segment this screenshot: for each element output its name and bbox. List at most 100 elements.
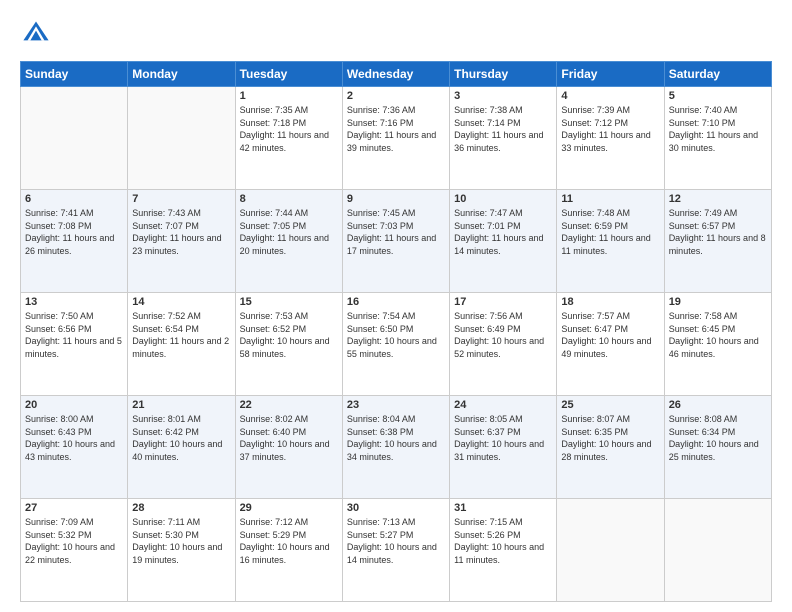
day-number: 29 (240, 502, 338, 514)
calendar-cell: 19 Sunrise: 7:58 AM Sunset: 6:45 PM Dayli… (664, 293, 771, 396)
day-number: 5 (669, 90, 767, 102)
day-info: Sunrise: 7:09 AM Sunset: 5:32 PM Dayligh… (25, 516, 123, 566)
day-number: 9 (347, 193, 445, 205)
day-number: 31 (454, 502, 552, 514)
day-info: Sunrise: 7:39 AM Sunset: 7:12 PM Dayligh… (561, 104, 659, 154)
calendar-cell: 5Sunrise: 7:40 AM Sunset: 7:10 PM Daylig… (664, 87, 771, 190)
day-number: 27 (25, 502, 123, 514)
day-info: Sunrise: 7:41 AM Sunset: 7:08 PM Dayligh… (25, 207, 123, 257)
day-info: Sunrise: 7:56 AM Sunset: 6:49 PM Dayligh… (454, 310, 552, 360)
col-header-wednesday: Wednesday (342, 62, 449, 87)
calendar-cell: 20 Sunrise: 8:00 AM Sunset: 6:43 PM Dayli… (21, 396, 128, 499)
calendar-cell: 16 Sunrise: 7:54 AM Sunset: 6:50 PM Dayli… (342, 293, 449, 396)
day-info: Sunrise: 7:44 AM Sunset: 7:05 PM Dayligh… (240, 207, 338, 257)
col-header-friday: Friday (557, 62, 664, 87)
day-number: 25 (561, 399, 659, 411)
logo-icon (22, 18, 50, 46)
calendar-cell: 1 Sunrise: 7:35 AM Sunset: 7:18 PM Daylig… (235, 87, 342, 190)
calendar-cell: 9 Sunrise: 7:45 AM Sunset: 7:03 PM Daylig… (342, 190, 449, 293)
day-info: Sunrise: 7:49 AM Sunset: 6:57 PM Dayligh… (669, 207, 767, 257)
day-number: 2 (347, 90, 445, 102)
day-number: 30 (347, 502, 445, 514)
calendar-cell: 18 Sunrise: 7:57 AM Sunset: 6:47 PM Dayli… (557, 293, 664, 396)
day-number: 1 (240, 90, 338, 102)
day-info: Sunrise: 8:08 AM Sunset: 6:34 PM Dayligh… (669, 413, 767, 463)
day-number: 11 (561, 193, 659, 205)
calendar-cell: 26Sunrise: 8:08 AM Sunset: 6:34 PM Dayli… (664, 396, 771, 499)
day-info: Sunrise: 8:07 AM Sunset: 6:35 PM Dayligh… (561, 413, 659, 463)
day-info: Sunrise: 8:04 AM Sunset: 6:38 PM Dayligh… (347, 413, 445, 463)
day-number: 20 (25, 399, 123, 411)
day-info: Sunrise: 7:38 AM Sunset: 7:14 PM Dayligh… (454, 104, 552, 154)
calendar-cell: 27 Sunrise: 7:09 AM Sunset: 5:32 PM Dayli… (21, 499, 128, 602)
day-info: Sunrise: 7:52 AM Sunset: 6:54 PM Dayligh… (132, 310, 230, 360)
day-info: Sunrise: 8:00 AM Sunset: 6:43 PM Dayligh… (25, 413, 123, 463)
calendar-cell: 8 Sunrise: 7:44 AM Sunset: 7:05 PM Daylig… (235, 190, 342, 293)
day-number: 17 (454, 296, 552, 308)
day-number: 4 (561, 90, 659, 102)
day-number: 28 (132, 502, 230, 514)
calendar-cell: 31 Sunrise: 7:15 AM Sunset: 5:26 PM Dayli… (450, 499, 557, 602)
calendar-table: SundayMondayTuesdayWednesdayThursdayFrid… (20, 61, 772, 602)
calendar-cell: 28 Sunrise: 7:11 AM Sunset: 5:30 PM Dayli… (128, 499, 235, 602)
calendar-cell: 29 Sunrise: 7:12 AM Sunset: 5:29 PM Dayli… (235, 499, 342, 602)
calendar-week-3: 13 Sunrise: 7:50 AM Sunset: 6:56 PM Dayli… (21, 293, 772, 396)
day-info: Sunrise: 8:05 AM Sunset: 6:37 PM Dayligh… (454, 413, 552, 463)
day-info: Sunrise: 7:54 AM Sunset: 6:50 PM Dayligh… (347, 310, 445, 360)
calendar-cell: 12Sunrise: 7:49 AM Sunset: 6:57 PM Dayli… (664, 190, 771, 293)
calendar-header-row: SundayMondayTuesdayWednesdayThursdayFrid… (21, 62, 772, 87)
day-info: Sunrise: 7:58 AM Sunset: 6:45 PM Dayligh… (669, 310, 767, 360)
day-info: Sunrise: 8:02 AM Sunset: 6:40 PM Dayligh… (240, 413, 338, 463)
day-info: Sunrise: 7:43 AM Sunset: 7:07 PM Dayligh… (132, 207, 230, 257)
page: SundayMondayTuesdayWednesdayThursdayFrid… (0, 0, 792, 612)
day-info: Sunrise: 7:57 AM Sunset: 6:47 PM Dayligh… (561, 310, 659, 360)
calendar-cell: 14 Sunrise: 7:52 AM Sunset: 6:54 PM Dayli… (128, 293, 235, 396)
calendar-cell: 4 Sunrise: 7:39 AM Sunset: 7:12 PM Daylig… (557, 87, 664, 190)
day-number: 6 (25, 193, 123, 205)
col-header-saturday: Saturday (664, 62, 771, 87)
day-number: 21 (132, 399, 230, 411)
day-number: 10 (454, 193, 552, 205)
calendar-cell: 24 Sunrise: 8:05 AM Sunset: 6:37 PM Dayli… (450, 396, 557, 499)
calendar-cell: 15 Sunrise: 7:53 AM Sunset: 6:52 PM Dayli… (235, 293, 342, 396)
day-number: 8 (240, 193, 338, 205)
calendar-cell: 21 Sunrise: 8:01 AM Sunset: 6:42 PM Dayli… (128, 396, 235, 499)
calendar-week-5: 27 Sunrise: 7:09 AM Sunset: 5:32 PM Dayli… (21, 499, 772, 602)
day-info: Sunrise: 7:11 AM Sunset: 5:30 PM Dayligh… (132, 516, 230, 566)
calendar-cell: 3 Sunrise: 7:38 AM Sunset: 7:14 PM Daylig… (450, 87, 557, 190)
calendar-cell (21, 87, 128, 190)
day-number: 15 (240, 296, 338, 308)
col-header-sunday: Sunday (21, 62, 128, 87)
day-number: 7 (132, 193, 230, 205)
day-info: Sunrise: 7:35 AM Sunset: 7:18 PM Dayligh… (240, 104, 338, 154)
calendar-cell: 17 Sunrise: 7:56 AM Sunset: 6:49 PM Dayli… (450, 293, 557, 396)
day-number: 16 (347, 296, 445, 308)
header (20, 18, 772, 51)
calendar-cell: 11Sunrise: 7:48 AM Sunset: 6:59 PM Dayli… (557, 190, 664, 293)
day-info: Sunrise: 7:50 AM Sunset: 6:56 PM Dayligh… (25, 310, 123, 360)
calendar-week-1: 1 Sunrise: 7:35 AM Sunset: 7:18 PM Daylig… (21, 87, 772, 190)
logo (20, 18, 54, 51)
day-info: Sunrise: 7:45 AM Sunset: 7:03 PM Dayligh… (347, 207, 445, 257)
day-number: 23 (347, 399, 445, 411)
day-number: 14 (132, 296, 230, 308)
day-number: 18 (561, 296, 659, 308)
day-info: Sunrise: 7:53 AM Sunset: 6:52 PM Dayligh… (240, 310, 338, 360)
day-info: Sunrise: 7:36 AM Sunset: 7:16 PM Dayligh… (347, 104, 445, 154)
day-number: 13 (25, 296, 123, 308)
day-info: Sunrise: 7:12 AM Sunset: 5:29 PM Dayligh… (240, 516, 338, 566)
day-info: Sunrise: 7:47 AM Sunset: 7:01 PM Dayligh… (454, 207, 552, 257)
calendar-cell: 7 Sunrise: 7:43 AM Sunset: 7:07 PM Daylig… (128, 190, 235, 293)
calendar-week-2: 6 Sunrise: 7:41 AM Sunset: 7:08 PM Daylig… (21, 190, 772, 293)
calendar-cell (557, 499, 664, 602)
day-number: 3 (454, 90, 552, 102)
day-number: 19 (669, 296, 767, 308)
day-number: 22 (240, 399, 338, 411)
day-info: Sunrise: 7:15 AM Sunset: 5:26 PM Dayligh… (454, 516, 552, 566)
calendar-cell: 10 Sunrise: 7:47 AM Sunset: 7:01 PM Dayli… (450, 190, 557, 293)
day-info: Sunrise: 8:01 AM Sunset: 6:42 PM Dayligh… (132, 413, 230, 463)
calendar-cell: 13 Sunrise: 7:50 AM Sunset: 6:56 PM Dayli… (21, 293, 128, 396)
day-number: 24 (454, 399, 552, 411)
calendar-cell (128, 87, 235, 190)
calendar-cell: 22 Sunrise: 8:02 AM Sunset: 6:40 PM Dayli… (235, 396, 342, 499)
